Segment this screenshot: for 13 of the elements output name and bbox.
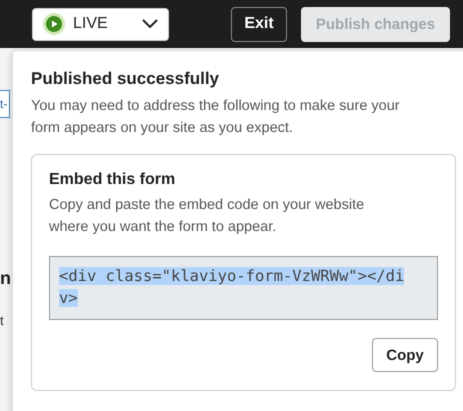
- status-dropdown[interactable]: LIVE: [32, 8, 169, 40]
- text-fragment: t: [0, 313, 4, 328]
- embed-description: Copy and paste the embed code on your website where you want the form to appear.: [49, 196, 366, 237]
- heading-fragment: n: [0, 268, 11, 289]
- link-fragment: t-: [0, 90, 10, 118]
- embed-code-field[interactable]: <div class="klaviyo-form-VzWRWw"></div>: [49, 256, 438, 320]
- popover-title: Published successfully: [31, 69, 220, 89]
- embed-title: Embed this form: [49, 171, 176, 189]
- chevron-down-icon: [142, 19, 158, 29]
- copy-button[interactable]: Copy: [372, 338, 438, 372]
- popover-message: You may need to address the following to make sure your form appears on your site as you expect.: [31, 97, 401, 138]
- play-icon: [43, 13, 65, 35]
- exit-button[interactable]: Exit: [231, 6, 287, 42]
